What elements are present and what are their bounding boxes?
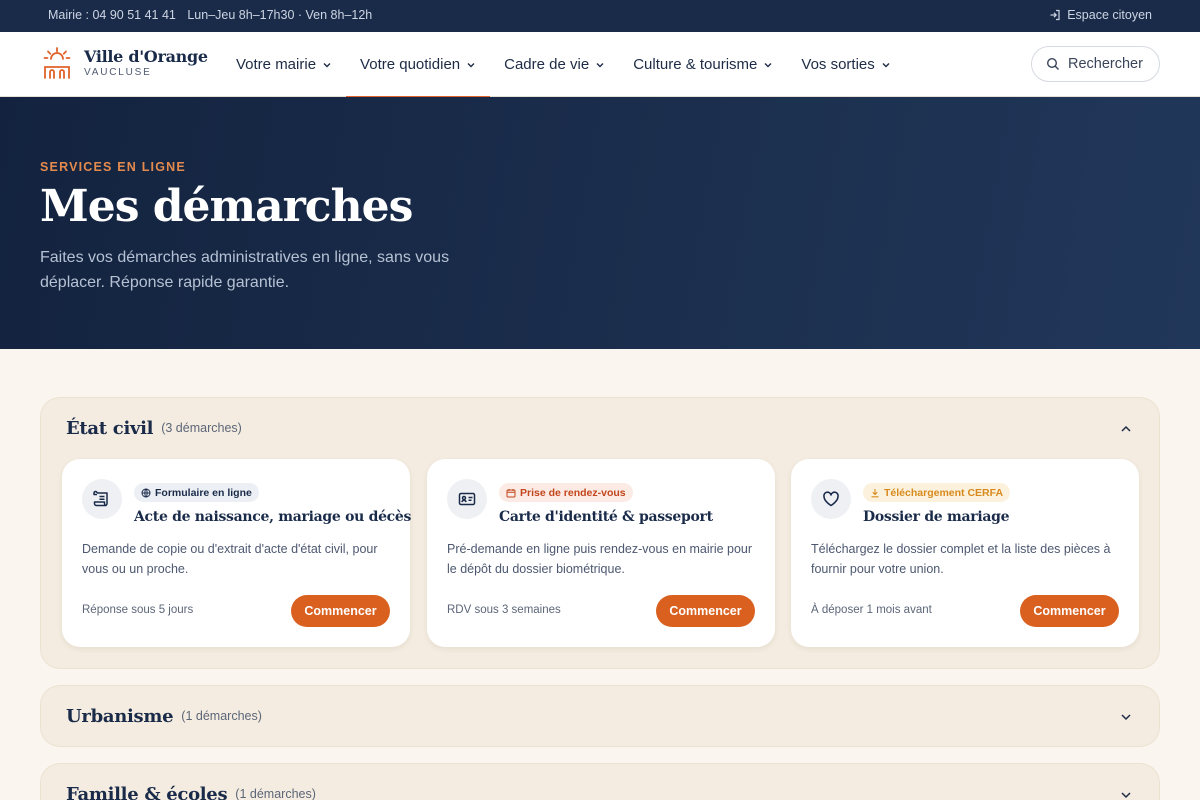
sun-building-logo-icon xyxy=(43,47,71,79)
logo-subtitle: VAUCLUSE xyxy=(84,67,152,78)
start-button[interactable]: Commencer xyxy=(1020,595,1119,627)
card-meta: RDV sous 3 semaines xyxy=(447,604,561,616)
chevron-down-icon xyxy=(764,62,772,67)
section-header[interactable]: État civil (3 démarches) xyxy=(66,398,242,458)
card-title: Dossier de mariage xyxy=(863,509,1010,525)
citizen-space-link[interactable]: Espace citoyen xyxy=(1049,8,1152,22)
nav-label: Culture & tourisme xyxy=(633,56,758,73)
calendar-icon xyxy=(506,488,516,497)
card-title: Carte d'identité & passeport xyxy=(499,509,713,525)
chevron-down-icon[interactable] xyxy=(1119,788,1133,800)
page-title: Mes démarches xyxy=(40,181,413,232)
badge-label: Prise de rendez-vous xyxy=(520,486,626,499)
phone-text: Mairie : 04 90 51 41 41 xyxy=(48,8,176,22)
card-description: Pré-demande en ligne puis rendez-vous en… xyxy=(447,542,753,576)
nav-label: Votre quotidien xyxy=(360,56,461,73)
download-icon xyxy=(871,488,879,497)
badge-cerfa-download: Téléchargement CERFA xyxy=(863,483,1011,502)
hero-eyebrow: SERVICES EN LIGNE xyxy=(40,160,186,174)
nav-item-vos-sorties[interactable]: Vos sorties xyxy=(787,32,904,97)
hero-description: Faites vos démarches administratives en … xyxy=(40,249,450,291)
nav-item-cadre-de-vie[interactable]: Cadre de vie xyxy=(490,32,619,97)
id-card-icon xyxy=(447,479,487,519)
chevron-down-icon xyxy=(882,62,890,67)
nav-label: Vos sorties xyxy=(801,56,875,73)
section-header[interactable]: Urbanisme (1 démarches) xyxy=(66,686,262,746)
section-famille-ecoles: Famille & écoles (1 démarches) xyxy=(40,763,1160,800)
section-count: (1 démarches) xyxy=(181,709,262,723)
section-title: État civil xyxy=(66,417,154,439)
citizen-space-label: Espace citoyen xyxy=(1067,8,1152,22)
main-nav: Votre mairie Votre quotidien Cadre de vi… xyxy=(222,32,905,98)
procedure-card-mariage: Téléchargement CERFA Dossier de mariage … xyxy=(791,459,1139,647)
contact-info: Mairie : 04 90 51 41 41 Lun–Jeu 8h–17h30… xyxy=(48,8,380,22)
section-header[interactable]: Famille & écoles (1 démarches) xyxy=(66,764,316,800)
badge-label: Formulaire en ligne xyxy=(155,486,252,499)
scroll-icon xyxy=(82,479,122,519)
chevron-down-icon[interactable] xyxy=(1119,710,1133,724)
section-etat-civil: État civil (3 démarches) Formulaire en l… xyxy=(40,397,1160,669)
card-description: Demande de copie ou d'extrait d'acte d'é… xyxy=(82,542,378,576)
card-meta: À déposer 1 mois avant xyxy=(811,604,932,616)
chevron-down-icon xyxy=(596,62,604,67)
search-label: Rechercher xyxy=(1068,56,1143,72)
nav-label: Votre mairie xyxy=(236,56,317,73)
search-icon xyxy=(1046,57,1059,70)
nav-item-votre-mairie[interactable]: Votre mairie xyxy=(222,32,346,97)
main-header: Ville d'Orange VAUCLUSE Votre mairie Vot… xyxy=(0,32,1200,98)
card-title: Acte de naissance, mariage ou décès xyxy=(134,509,412,525)
hours-text: Lun–Jeu 8h–17h30 · Ven 8h–12h xyxy=(187,8,373,22)
login-icon xyxy=(1050,9,1060,21)
card-meta: Réponse sous 5 jours xyxy=(82,604,194,616)
section-title: Famille & écoles xyxy=(66,783,228,800)
badge-label: Téléchargement CERFA xyxy=(884,486,1004,499)
chevron-down-icon xyxy=(467,62,475,67)
hero-banner: SERVICES EN LIGNE Mes démarches Faites v… xyxy=(0,97,1200,349)
top-bar: Mairie : 04 90 51 41 41 Lun–Jeu 8h–17h30… xyxy=(0,0,1200,32)
section-count: (1 démarches) xyxy=(235,787,316,800)
globe-icon xyxy=(141,488,151,497)
badge-appointment: Prise de rendez-vous xyxy=(499,483,633,502)
start-button[interactable]: Commencer xyxy=(291,595,390,627)
section-urbanisme: Urbanisme (1 démarches) xyxy=(40,685,1160,747)
logo-name: Ville d'Orange xyxy=(84,47,208,66)
nav-item-votre-quotidien[interactable]: Votre quotidien xyxy=(346,32,491,98)
card-description: Téléchargez le dossier complet et la lis… xyxy=(811,542,1111,576)
section-count: (3 démarches) xyxy=(161,421,242,435)
nav-item-culture-tourisme[interactable]: Culture & tourisme xyxy=(619,32,787,97)
site-logo[interactable]: Ville d'Orange VAUCLUSE xyxy=(42,46,208,80)
start-button[interactable]: Commencer xyxy=(656,595,755,627)
section-title: Urbanisme xyxy=(66,705,174,727)
nav-label: Cadre de vie xyxy=(504,56,590,73)
chevron-down-icon xyxy=(323,62,331,67)
heart-icon xyxy=(811,479,851,519)
procedure-card-acte: Formulaire en ligne Acte de naissance, m… xyxy=(62,459,412,647)
search-button[interactable]: Rechercher xyxy=(1031,46,1160,82)
badge-online-form: Formulaire en ligne xyxy=(134,483,259,502)
chevron-up-icon[interactable] xyxy=(1119,422,1133,436)
procedure-card-identite: Prise de rendez-vous Carte d'identité & … xyxy=(427,459,775,647)
